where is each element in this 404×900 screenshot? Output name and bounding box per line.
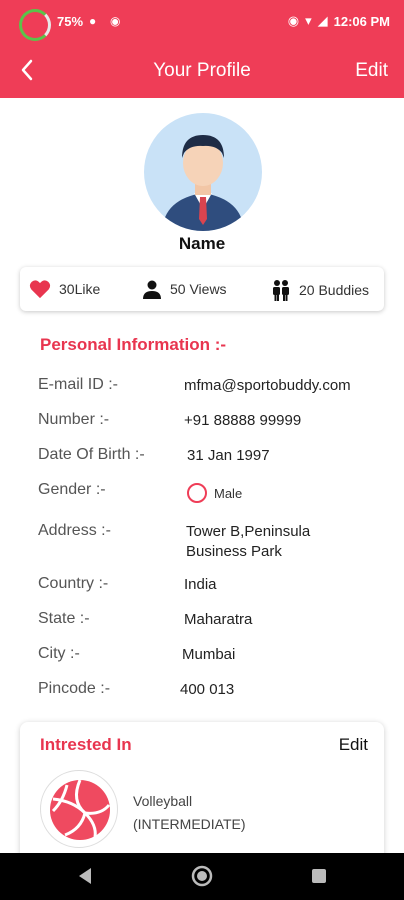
email-value: mfma@sportobuddy.com (184, 377, 351, 394)
heart-icon (29, 280, 51, 299)
nav-recents-button[interactable] (311, 868, 327, 889)
app-bar: 75% ● ◉ ◉ ▾ ◢ 12:06 PM Your Profile Edit (0, 0, 404, 98)
sport-name: Volleyball (133, 793, 193, 809)
address-value: Tower B,Peninsula Business Park (186, 522, 310, 562)
likes-stat[interactable]: 30Like (29, 279, 100, 299)
buddies-stat[interactable]: 20 Buddies (271, 279, 369, 301)
gender-value: Male (214, 485, 243, 501)
address-line-2: Business Park (186, 543, 282, 560)
dob-label: Date Of Birth :- (38, 446, 145, 463)
gender-label: Gender :- (38, 481, 106, 498)
interest-item[interactable] (40, 770, 118, 848)
likes-count: 30Like (59, 281, 101, 297)
address-line-1: Tower B,Peninsula (186, 523, 311, 540)
home-circle-icon (191, 865, 213, 887)
square-recents-icon (312, 869, 326, 883)
country-label: Country :- (38, 575, 109, 592)
views-count: 50 Views (170, 281, 227, 297)
state-value: Maharatra (184, 611, 253, 628)
notification-icon: ● (89, 14, 97, 28)
system-nav-bar (0, 853, 404, 900)
dob-value: 31 Jan 1997 (187, 447, 270, 464)
volleyball-icon (50, 779, 111, 840)
city-label: City :- (38, 645, 80, 662)
nav-home-button[interactable] (191, 865, 213, 892)
pincode-label: Pincode :- (38, 680, 111, 697)
gender-radio[interactable] (187, 483, 207, 503)
user-avatar-icon (162, 135, 244, 231)
stats-card: 30Like 50 Views 20 Buddies (20, 267, 384, 311)
interests-card: Intrested In Edit Volleyball (INTERMEDIA… (20, 722, 384, 872)
email-label: E-mail ID :- (38, 376, 118, 393)
personal-info-title: Personal Information :- (40, 335, 227, 354)
page-title: Your Profile (153, 60, 251, 81)
edit-profile-button[interactable]: Edit (355, 60, 388, 82)
status-right: ◉ ▾ ◢ 12:06 PM (288, 13, 390, 29)
views-stat[interactable]: 50 Views (142, 279, 227, 299)
interests-title: Intrested In (40, 735, 132, 754)
status-bar: 75% ● ◉ ◉ ▾ ◢ 12:06 PM (0, 0, 404, 44)
buddies-count: 20 Buddies (299, 282, 370, 298)
clock-time: 12:06 PM (333, 13, 390, 29)
progress-ring-icon (19, 9, 51, 41)
nav-back-button[interactable] (76, 866, 94, 891)
signal-icon: ◢ (317, 13, 328, 28)
battery-percent: 75% (57, 14, 84, 29)
country-value: India (184, 576, 217, 593)
address-label: Address :- (38, 522, 111, 539)
eye-icon: ◉ (287, 13, 300, 28)
wifi-icon: ▾ (305, 13, 312, 28)
avatar[interactable] (144, 113, 262, 231)
number-value: +91 88888 99999 (184, 412, 302, 429)
city-value: Mumbai (182, 646, 236, 663)
gender-option-male[interactable]: Male (187, 483, 242, 503)
profile-name: Name (178, 234, 226, 253)
pincode-value: 400 013 (180, 681, 235, 698)
buddies-icon (273, 280, 289, 301)
triangle-back-icon (79, 868, 91, 884)
app-notification-icon: ◉ (110, 14, 121, 28)
person-icon (143, 280, 161, 299)
sport-level: (INTERMEDIATE) (133, 816, 246, 832)
number-label: Number :- (38, 411, 110, 428)
edit-interests-button[interactable]: Edit (339, 735, 368, 755)
state-label: State :- (38, 610, 90, 627)
